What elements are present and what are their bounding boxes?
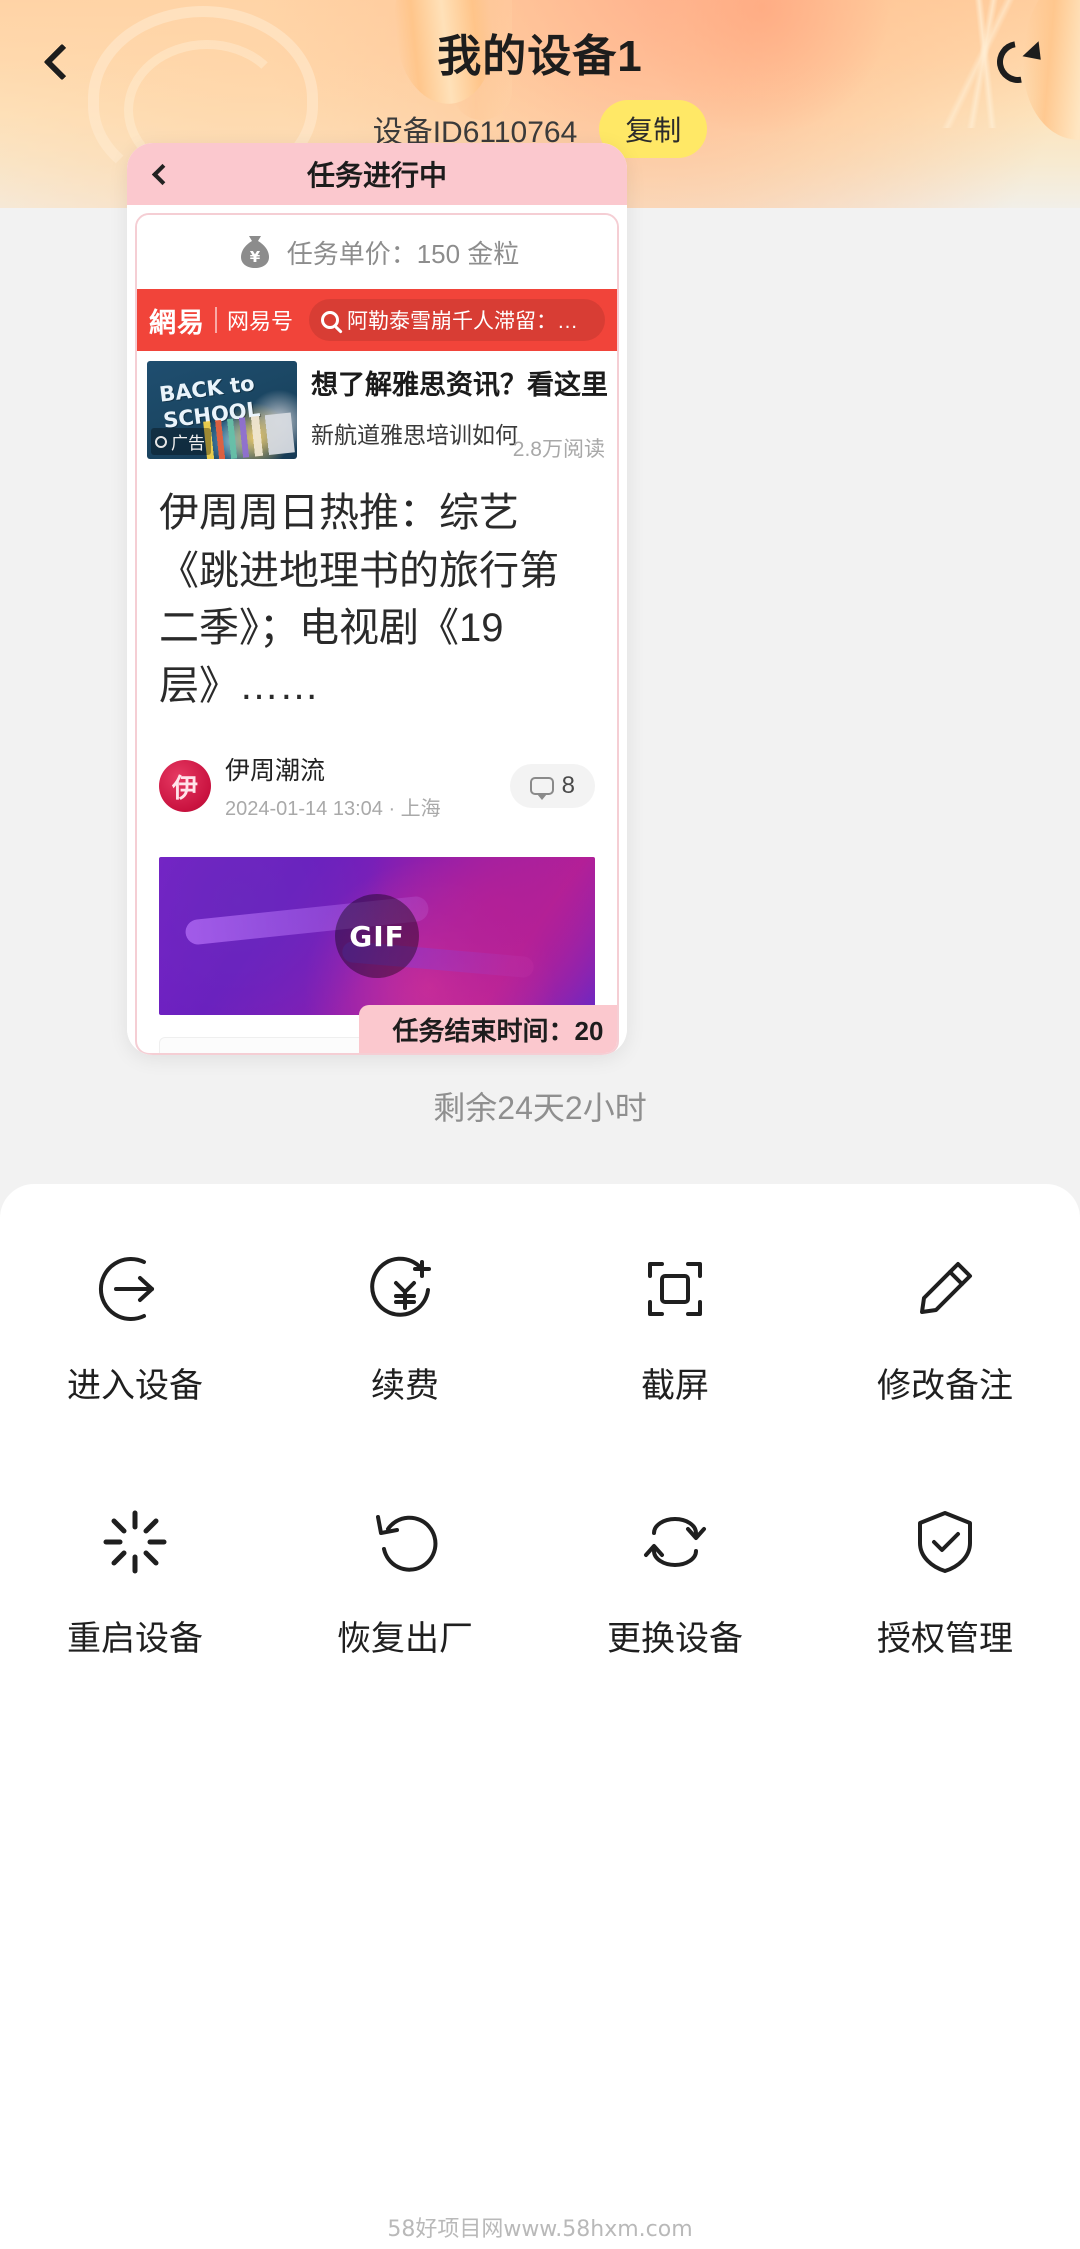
article-title: 伊周周日热推：综艺《跳进地理书的旅行第二季》；电视剧《19层》…… [159, 491, 559, 708]
swap-device-icon [644, 1517, 706, 1567]
ad-banner[interactable]: BACK to SCHOOL 广告 想了解雅思资讯？看这里！ 新航道雅思培训如何… [137, 351, 617, 467]
article-block[interactable]: 伊周周日热推：综艺《跳进地理书的旅行第二季》；电视剧《19层》…… 伊 伊周潮流… [137, 467, 617, 821]
ad-title: 想了解雅思资讯？看这里！ [311, 370, 607, 400]
ad-text-block: 想了解雅思资讯？看这里！ 新航道雅思培训如何 2.8万阅读 [311, 361, 607, 461]
device-screen-preview[interactable]: 任务进行中 ¥ 任务单价：150 金粒 網易 网易号 阿勒泰雪崩千人滞留：直升…… [127, 143, 627, 1055]
page-title: 我的设备1 [437, 32, 643, 81]
action-grid: 进入设备 续费 截屏 修改备注 重启设备 恢复出厂 更换设备 授权管理 [0, 1250, 1080, 1660]
action-label: 续费 [371, 1367, 439, 1405]
preview-body: ¥ 任务单价：150 金粒 網易 网易号 阿勒泰雪崩千人滞留：直升… BACK … [127, 205, 627, 1055]
action-swap-device[interactable]: 更换设备 [540, 1503, 810, 1660]
comment-bubble-icon [529, 777, 554, 801]
renew-fee-icon [370, 1256, 431, 1317]
article-author-row: 伊 伊周潮流 2024-01-14 13:04 · 上海 8 [159, 751, 595, 821]
task-price-text: 任务单价：150 金粒 [286, 238, 520, 269]
ad-thumbnail: BACK to SCHOOL 广告 [147, 361, 297, 459]
netease-account-label: 网易号 [227, 309, 294, 334]
task-price-row: ¥ 任务单价：150 金粒 [137, 215, 617, 289]
enter-device-icon [99, 1257, 154, 1321]
gif-badge: GIF [335, 894, 419, 979]
article-date: 2024-01-14 13:04 · 上海 [225, 798, 441, 821]
refresh-icon [988, 32, 1048, 92]
device-detail-page: 我的设备1 设备ID6110764 复制 任务进行中 ¥ 任务单价：150 金粒… [0, 0, 1080, 2249]
article-image[interactable]: GIF [159, 857, 595, 1016]
divider [215, 307, 217, 333]
screenshot-icon [648, 1262, 702, 1316]
action-label: 重启设备 [67, 1620, 203, 1658]
action-label: 恢复出厂 [337, 1620, 473, 1658]
money-bag-icon: ¥ [240, 236, 269, 268]
ad-read-count: 2.8万阅读 [512, 438, 605, 461]
action-enter-device[interactable]: 进入设备 [0, 1250, 270, 1407]
action-auth-management[interactable]: 授权管理 [810, 1503, 1080, 1660]
chevron-left-icon [151, 163, 173, 185]
action-label: 进入设备 [67, 1367, 203, 1405]
svg-text:¥: ¥ [249, 248, 260, 266]
action-factory-reset[interactable]: 恢复出厂 [270, 1503, 540, 1660]
action-screenshot[interactable]: 截屏 [540, 1250, 810, 1407]
preview-title: 任务进行中 [306, 160, 447, 191]
factory-reset-icon [376, 1515, 438, 1572]
preview-back-button[interactable] [145, 157, 179, 191]
search-bar[interactable]: 阿勒泰雪崩千人滞留：直升… [309, 299, 605, 341]
ad-mark-icon [155, 435, 167, 448]
ad-badge-label: 广告 [171, 434, 205, 453]
preview-inner-frame: ¥ 任务单价：150 金粒 網易 网易号 阿勒泰雪崩千人滞留：直升… BACK … [135, 213, 619, 1055]
action-edit-note[interactable]: 修改备注 [810, 1250, 1080, 1407]
comment-button[interactable]: 8 [509, 764, 595, 809]
search-icon [321, 311, 340, 329]
action-restart-device[interactable]: 重启设备 [0, 1503, 270, 1660]
refresh-button[interactable] [982, 26, 1054, 98]
action-renew-fee[interactable]: 续费 [270, 1250, 540, 1407]
restart-device-icon [103, 1510, 167, 1574]
task-end-time-banner: 任务结束时间：20 [359, 1005, 617, 1053]
action-label: 修改备注 [877, 1367, 1013, 1405]
ad-thumb-supplies [203, 412, 295, 459]
action-label: 授权管理 [877, 1620, 1013, 1658]
netease-top-bar: 網易 网易号 阿勒泰雪崩千人滞留：直升… [137, 289, 617, 351]
watermark: 58好项目网www.58hxm.com [387, 2217, 693, 2242]
remaining-time-label: 剩余24天2小时 [433, 1090, 647, 1126]
comment-count: 8 [561, 772, 575, 800]
shield-check-icon [918, 1511, 972, 1573]
ad-badge: 广告 [151, 428, 211, 455]
action-label: 截屏 [641, 1367, 709, 1405]
edit-note-icon [920, 1262, 972, 1314]
netease-logo: 網易 [149, 307, 205, 339]
search-text: 阿勒泰雪崩千人滞留：直升… [347, 310, 593, 333]
action-label: 更换设备 [607, 1620, 743, 1658]
action-panel: 进入设备 续费 截屏 修改备注 重启设备 恢复出厂 更换设备 授权管理 58好项… [0, 1184, 1080, 2249]
preview-header: 任务进行中 [127, 143, 627, 205]
avatar: 伊 [159, 760, 211, 813]
author-name: 伊周潮流 [225, 757, 326, 786]
author-meta: 伊周潮流 2024-01-14 13:04 · 上海 [225, 751, 510, 821]
